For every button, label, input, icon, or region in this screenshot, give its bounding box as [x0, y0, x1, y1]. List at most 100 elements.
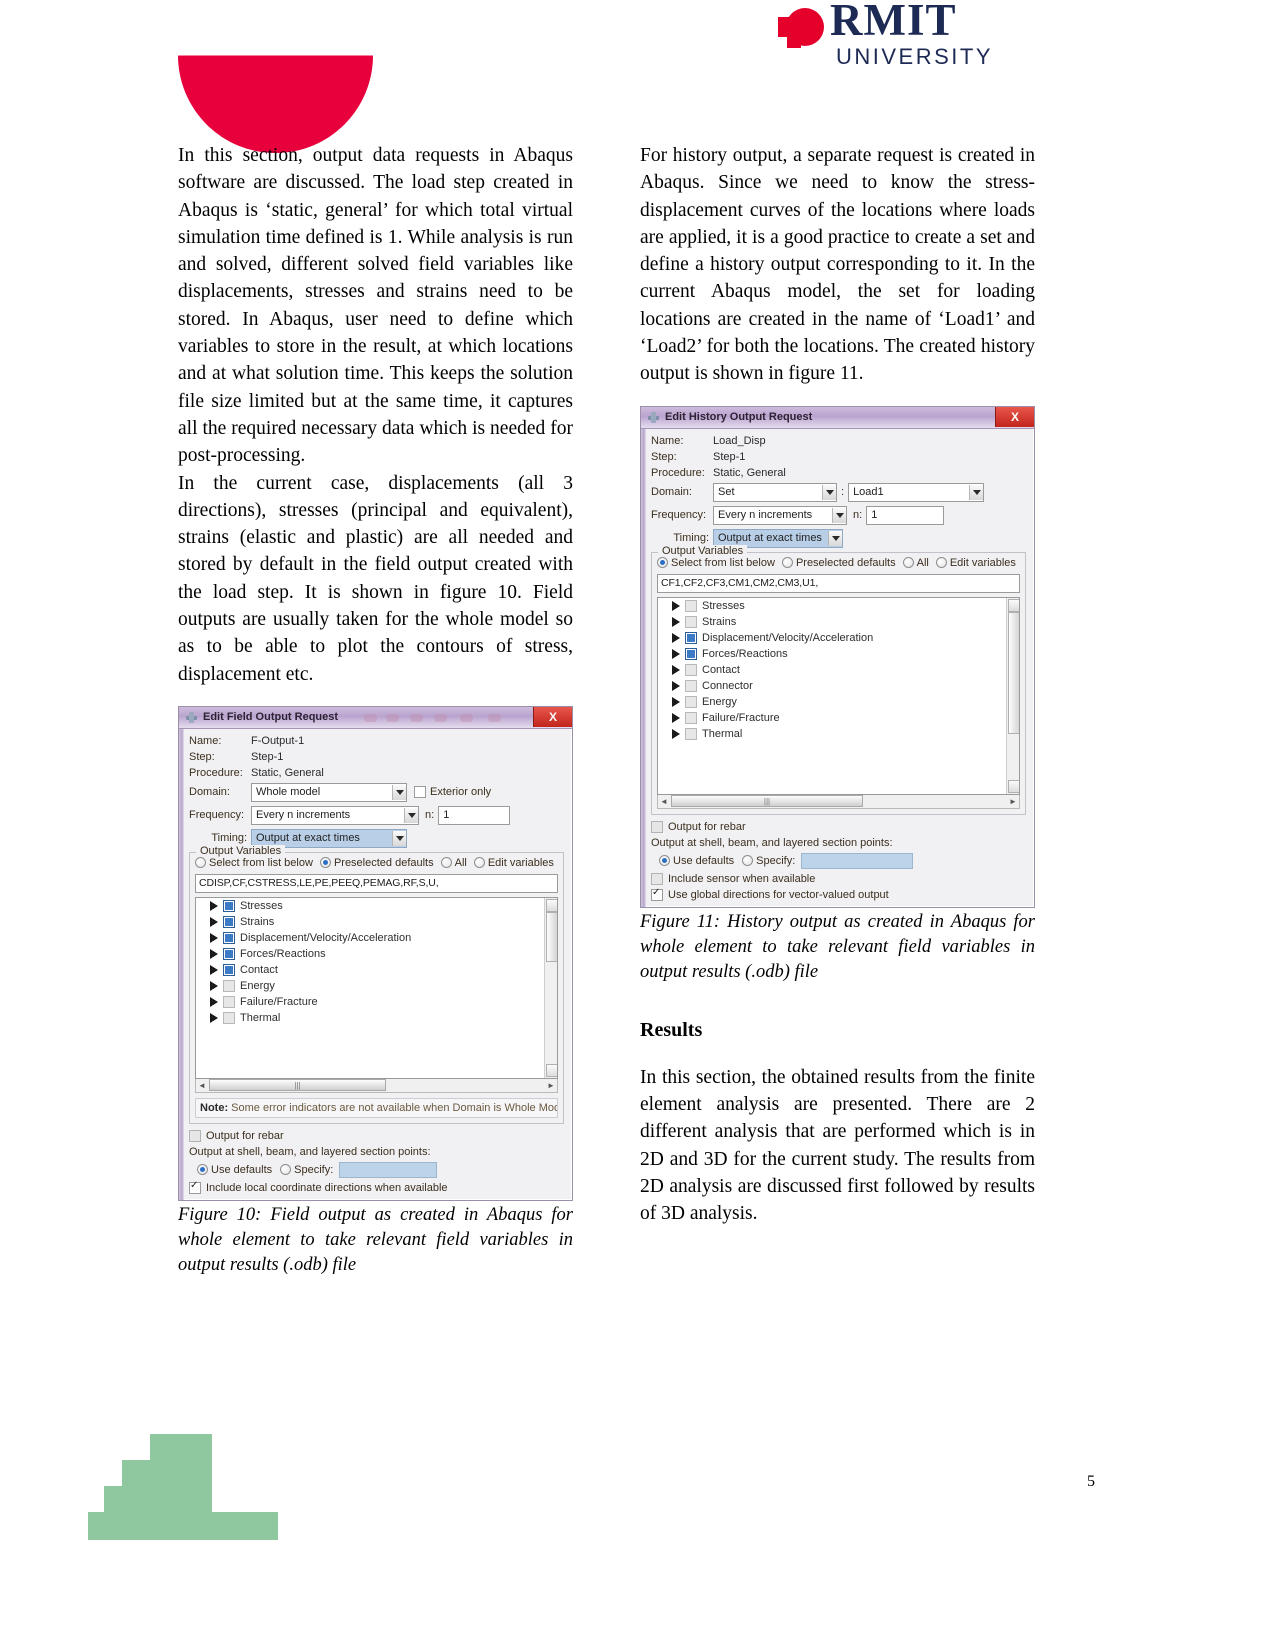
- variables-input[interactable]: CF1,CF2,CF3,CM1,CM2,CM3,U1,: [657, 573, 1020, 593]
- exterior-only-checkbox[interactable]: Exterior only: [414, 786, 491, 799]
- dialog-titlebar[interactable]: Edit Field Output Request X: [179, 706, 572, 729]
- tree-vertical-scrollbar[interactable]: [544, 897, 557, 1078]
- chevron-down-icon[interactable]: [404, 807, 418, 823]
- tree-item[interactable]: Strains: [196, 914, 557, 930]
- radio-preselected-defaults[interactable]: Preselected defaults: [781, 557, 896, 569]
- tree-item[interactable]: Displacement/Velocity/Acceleration: [196, 930, 557, 946]
- chevron-down-icon[interactable]: [822, 484, 836, 500]
- radio-edit-variables[interactable]: Edit variables: [473, 857, 554, 869]
- expand-triangle-icon[interactable]: [672, 648, 680, 659]
- tree-item[interactable]: Strains: [658, 614, 1019, 630]
- expand-triangle-icon[interactable]: [672, 600, 680, 611]
- variables-input[interactable]: CDISP,CF,CSTRESS,LE,PE,PEEQ,PEMAG,RF,S,U…: [195, 873, 558, 893]
- expand-triangle-icon[interactable]: [672, 680, 680, 691]
- domain-select[interactable]: Set: [713, 482, 837, 502]
- expand-triangle-icon[interactable]: [210, 996, 218, 1007]
- checkbox-icon[interactable]: [685, 631, 697, 644]
- n-input[interactable]: 1: [866, 505, 945, 525]
- tree-item[interactable]: Failure/Fracture: [196, 994, 557, 1010]
- scroll-left-icon[interactable]: ◄: [196, 1081, 208, 1090]
- specify-radio[interactable]: Specify:: [742, 855, 795, 867]
- checkbox-icon[interactable]: [685, 663, 697, 676]
- expand-triangle-icon[interactable]: [210, 948, 218, 959]
- tree-item[interactable]: Stresses: [658, 598, 1019, 614]
- checkbox-icon[interactable]: [223, 947, 235, 960]
- checkbox-icon[interactable]: [223, 995, 235, 1008]
- use-defaults-radio[interactable]: Use defaults: [197, 1164, 272, 1176]
- output-variables-tree[interactable]: Stresses Strains Displacement/Velocity/A: [657, 596, 1020, 795]
- close-icon[interactable]: X: [995, 406, 1034, 427]
- radio-all[interactable]: All: [440, 857, 467, 869]
- radio-preselected-defaults[interactable]: Preselected defaults: [319, 857, 434, 869]
- frequency-select[interactable]: Every n increments: [251, 805, 419, 825]
- checkbox-icon[interactable]: [685, 615, 697, 628]
- include-local-checkbox[interactable]: Include local coordinate directions when…: [189, 1180, 564, 1194]
- tree-item[interactable]: Thermal: [658, 726, 1019, 742]
- close-icon[interactable]: X: [533, 706, 572, 727]
- expand-triangle-icon[interactable]: [210, 932, 218, 943]
- n-input[interactable]: 1: [438, 805, 511, 825]
- expand-triangle-icon[interactable]: [210, 900, 218, 911]
- scroll-down-icon[interactable]: [1008, 779, 1019, 793]
- chevron-down-icon[interactable]: [969, 484, 984, 500]
- include-sensor-checkbox[interactable]: Include sensor when available: [651, 872, 1026, 885]
- output-for-rebar-checkbox[interactable]: Output for rebar: [189, 1129, 564, 1142]
- tree-vertical-scrollbar[interactable]: [1006, 597, 1019, 794]
- chevron-down-icon[interactable]: [392, 830, 406, 846]
- checkbox-icon[interactable]: [685, 679, 697, 692]
- checkbox-icon[interactable]: [223, 963, 235, 976]
- edit-history-output-request-dialog[interactable]: Edit History Output Request X Name: Load…: [640, 405, 1035, 908]
- chevron-down-icon[interactable]: [832, 507, 846, 523]
- scroll-right-icon[interactable]: ►: [545, 1081, 557, 1090]
- checkbox-icon[interactable]: [223, 979, 235, 992]
- output-for-rebar-checkbox[interactable]: Output for rebar: [651, 820, 1026, 833]
- expand-triangle-icon[interactable]: [672, 616, 680, 627]
- edit-field-output-request-dialog[interactable]: Edit Field Output Request X Name: F-Outp…: [178, 705, 573, 1201]
- output-variables-tree[interactable]: Stresses Strains Displacement/Velocity/A: [195, 896, 558, 1079]
- specify-input[interactable]: [339, 1161, 438, 1178]
- expand-triangle-icon[interactable]: [672, 632, 680, 643]
- scrollbar-thumb[interactable]: |||: [671, 795, 863, 808]
- checkbox-icon[interactable]: [685, 711, 697, 724]
- checkbox-icon[interactable]: [223, 915, 235, 928]
- checkbox-icon[interactable]: [685, 599, 697, 612]
- expand-triangle-icon[interactable]: [210, 964, 218, 975]
- radio-edit-variables[interactable]: Edit variables: [935, 557, 1016, 569]
- expand-triangle-icon[interactable]: [210, 916, 218, 927]
- radio-all[interactable]: All: [902, 557, 929, 569]
- chevron-down-icon[interactable]: [392, 784, 406, 800]
- scrollbar-thumb[interactable]: [546, 911, 557, 962]
- checkbox-icon[interactable]: [223, 899, 235, 912]
- expand-triangle-icon[interactable]: [210, 980, 218, 991]
- domain-select[interactable]: Whole model: [251, 782, 407, 802]
- tree-item[interactable]: Stresses: [196, 898, 557, 914]
- expand-triangle-icon[interactable]: [672, 664, 680, 675]
- tree-item[interactable]: Displacement/Velocity/Acceleration: [658, 630, 1019, 646]
- checkbox-icon[interactable]: [223, 931, 235, 944]
- dialog-titlebar[interactable]: Edit History Output Request X: [641, 406, 1034, 429]
- scrollbar-thumb[interactable]: [1008, 611, 1019, 734]
- checkbox-icon[interactable]: [685, 727, 697, 740]
- expand-triangle-icon[interactable]: [672, 728, 680, 739]
- tree-item[interactable]: Thermal: [196, 1010, 557, 1026]
- chevron-down-icon[interactable]: [828, 530, 842, 546]
- checkbox-icon[interactable]: [223, 1011, 235, 1024]
- scroll-up-icon[interactable]: [546, 898, 557, 912]
- use-global-directions-checkbox[interactable]: Use global directions for vector-valued …: [651, 887, 1026, 901]
- checkbox-icon[interactable]: [685, 647, 697, 660]
- scroll-up-icon[interactable]: [1008, 598, 1019, 612]
- tree-item[interactable]: Energy: [196, 978, 557, 994]
- use-defaults-radio[interactable]: Use defaults: [659, 855, 734, 867]
- scroll-right-icon[interactable]: ►: [1007, 797, 1019, 806]
- tree-horizontal-scrollbar[interactable]: ◄ ||| ►: [657, 794, 1020, 809]
- checkbox-icon[interactable]: [685, 695, 697, 708]
- tree-item[interactable]: Energy: [658, 694, 1019, 710]
- radio-select-from-list[interactable]: Select from list below: [195, 857, 313, 869]
- tree-item[interactable]: Contact: [658, 662, 1019, 678]
- tree-horizontal-scrollbar[interactable]: ◄ ||| ►: [195, 1078, 558, 1093]
- scrollbar-thumb[interactable]: |||: [209, 1079, 386, 1092]
- radio-select-from-list[interactable]: Select from list below: [657, 557, 775, 569]
- expand-triangle-icon[interactable]: [672, 712, 680, 723]
- frequency-select[interactable]: Every n increments: [713, 505, 847, 525]
- expand-triangle-icon[interactable]: [210, 1012, 218, 1023]
